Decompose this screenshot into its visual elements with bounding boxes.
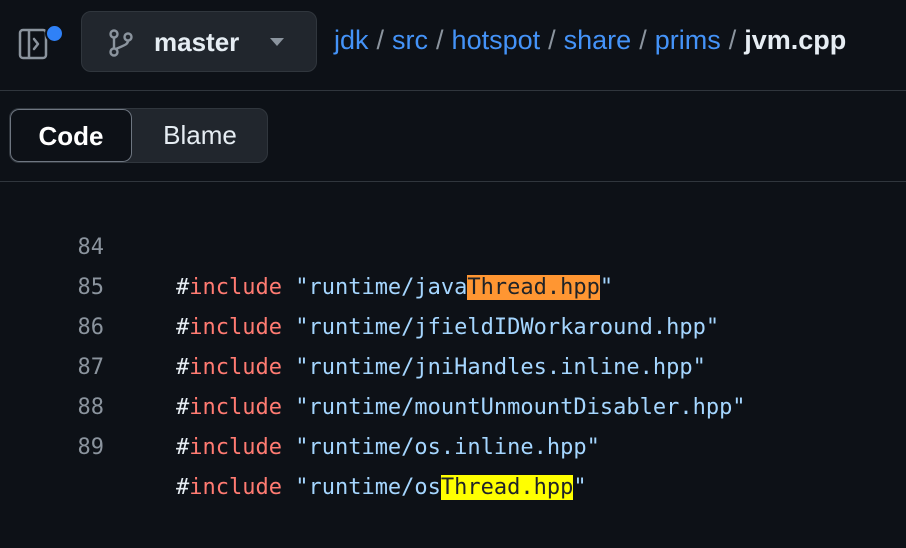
- chevron-down-icon: [270, 38, 284, 46]
- breadcrumb-link-hotspot[interactable]: hotspot: [452, 25, 541, 55]
- breadcrumb-separator: /: [436, 25, 444, 55]
- preprocessor-hash: #: [176, 475, 190, 500]
- code-line: 84 #include "runtime/javaThread.hpp": [0, 188, 906, 300]
- preprocessor-hash: #: [176, 435, 190, 460]
- code-line: 88 #include "runtime/os.inline.hpp": [0, 348, 906, 460]
- code-line: 85 #include "runtime/jfieldIDWorkaround.…: [0, 228, 906, 340]
- branch-name: master: [154, 27, 240, 57]
- breadcrumb-separator: /: [639, 25, 647, 55]
- breadcrumb: jdk / src / hotspot / share / prims / jvm.cpp: [334, 25, 846, 56]
- sidebar-toggle-button[interactable]: [18, 24, 64, 64]
- breadcrumb-link-prims[interactable]: prims: [655, 25, 721, 55]
- view-mode-segmented-control: Code Blame: [9, 108, 268, 163]
- notification-dot: [45, 24, 64, 43]
- search-match: Thread.hpp: [440, 475, 574, 500]
- preprocessor-keyword: include: [189, 475, 282, 500]
- code-line: 86 #include "runtime/jniHandles.inline.h…: [0, 268, 906, 380]
- code-line: 89 #include "runtime/osThread.hpp": [0, 388, 906, 500]
- line-content: #include "runtime/osThread.hpp": [176, 468, 587, 508]
- branch-selector-button[interactable]: master: [81, 11, 317, 72]
- file-header: master jdk / src / hotspot / share / prims / jvm.c…: [0, 0, 906, 91]
- include-path-end: ": [573, 475, 587, 500]
- breadcrumb-link-share[interactable]: share: [564, 25, 632, 55]
- include-path: "runtime/os.inline.hpp": [295, 435, 600, 460]
- tab-blame[interactable]: Blame: [132, 109, 267, 162]
- git-branch-icon: [109, 29, 133, 57]
- include-path: "runtime/os: [295, 475, 441, 500]
- line-number[interactable]: 89: [40, 428, 105, 468]
- breadcrumb-current-file: jvm.cpp: [744, 25, 847, 55]
- breadcrumb-separator: /: [728, 25, 737, 55]
- tab-code[interactable]: Code: [10, 109, 132, 162]
- code-view: 84 #include "runtime/javaThread.hpp" 85 …: [0, 182, 906, 500]
- breadcrumb-link-jdk[interactable]: jdk: [334, 25, 369, 55]
- view-tabs-bar: Code Blame: [0, 91, 906, 182]
- breadcrumb-link-src[interactable]: src: [392, 25, 428, 55]
- breadcrumb-separator: /: [548, 25, 556, 55]
- preprocessor-keyword: include: [189, 435, 282, 460]
- code-line: 87 #include "runtime/mountUnmountDisable…: [0, 308, 906, 420]
- line-content: #include "runtime/os.inline.hpp": [176, 428, 600, 468]
- breadcrumb-separator: /: [376, 25, 385, 55]
